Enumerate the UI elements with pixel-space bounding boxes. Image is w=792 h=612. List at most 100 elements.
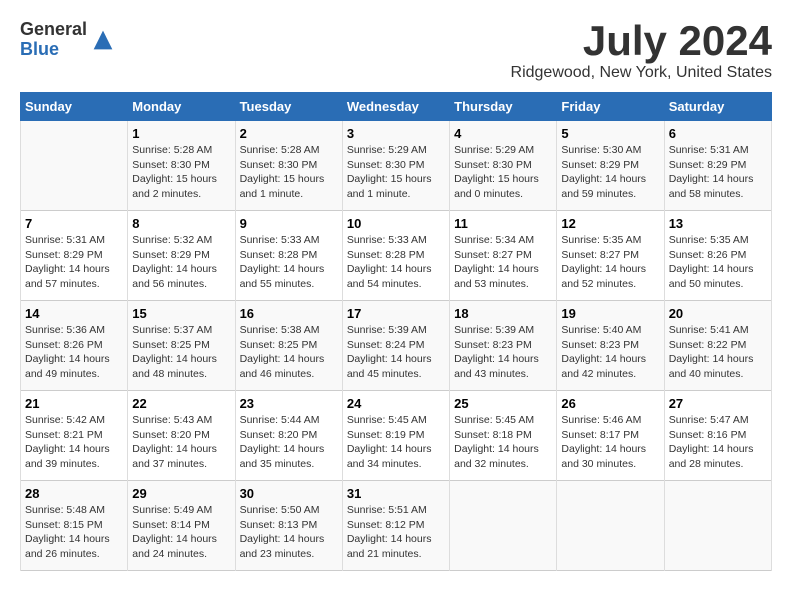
day-number: 19	[561, 306, 659, 321]
day-info: Sunrise: 5:48 AMSunset: 8:15 PMDaylight:…	[25, 503, 123, 562]
day-info: Sunrise: 5:28 AMSunset: 8:30 PMDaylight:…	[240, 143, 338, 202]
day-info: Sunrise: 5:32 AMSunset: 8:29 PMDaylight:…	[132, 233, 230, 292]
logo-general: General	[20, 20, 87, 40]
calendar-cell: 17Sunrise: 5:39 AMSunset: 8:24 PMDayligh…	[342, 301, 449, 391]
day-info: Sunrise: 5:36 AMSunset: 8:26 PMDaylight:…	[25, 323, 123, 382]
day-info: Sunrise: 5:35 AMSunset: 8:27 PMDaylight:…	[561, 233, 659, 292]
day-info: Sunrise: 5:30 AMSunset: 8:29 PMDaylight:…	[561, 143, 659, 202]
calendar-cell: 20Sunrise: 5:41 AMSunset: 8:22 PMDayligh…	[664, 301, 771, 391]
day-number: 29	[132, 486, 230, 501]
calendar-table: Sunday Monday Tuesday Wednesday Thursday…	[20, 92, 772, 571]
calendar-cell: 15 Sunrise: 5:37 AMSunset: 8:25 PMDayligh…	[128, 301, 235, 391]
day-info: Sunrise: 5:29 AMSunset: 8:30 PMDaylight:…	[347, 143, 445, 202]
day-info: Sunrise: 5:37 AMSunset: 8:25 PMDaylight:…	[132, 323, 230, 382]
calendar-cell: 19 Sunrise: 5:40 AMSunset: 8:23 PMDayligh…	[557, 301, 664, 391]
day-number: 2	[240, 126, 338, 141]
page-header: General Blue July 2024 Ridgewood, New Yo…	[20, 20, 772, 82]
day-number: 26	[561, 396, 659, 411]
day-info: Sunrise: 5:41 AMSunset: 8:22 PMDaylight:…	[669, 323, 767, 382]
day-number: 30	[240, 486, 338, 501]
col-monday: Monday	[128, 93, 235, 121]
calendar-cell	[21, 121, 128, 211]
col-thursday: Thursday	[450, 93, 557, 121]
calendar-cell: 13Sunrise: 5:35 AMSunset: 8:26 PMDayligh…	[664, 211, 771, 301]
day-number: 16	[240, 306, 338, 321]
calendar-cell: 8Sunrise: 5:32 AMSunset: 8:29 PMDaylight…	[128, 211, 235, 301]
col-saturday: Saturday	[664, 93, 771, 121]
calendar-week-row: 21 Sunrise: 5:42 AMSunset: 8:21 PMDayligh…	[21, 391, 772, 481]
calendar-cell: 23 Sunrise: 5:44 AMSunset: 8:20 PMDayligh…	[235, 391, 342, 481]
month-title: July 2024	[511, 20, 772, 62]
day-number: 12	[561, 216, 659, 231]
day-info: Sunrise: 5:33 AMSunset: 8:28 PMDaylight:…	[240, 233, 338, 292]
calendar-cell: 18Sunrise: 5:39 AMSunset: 8:23 PMDayligh…	[450, 301, 557, 391]
calendar-week-row: 7 Sunrise: 5:31 AMSunset: 8:29 PMDaylight…	[21, 211, 772, 301]
day-info: Sunrise: 5:49 AMSunset: 8:14 PMDaylight:…	[132, 503, 230, 562]
calendar-cell	[557, 481, 664, 571]
calendar-cell: 2 Sunrise: 5:28 AMSunset: 8:30 PMDaylight…	[235, 121, 342, 211]
logo: General Blue	[20, 20, 117, 60]
day-info: Sunrise: 5:29 AMSunset: 8:30 PMDaylight:…	[454, 143, 552, 202]
day-info: Sunrise: 5:46 AMSunset: 8:17 PMDaylight:…	[561, 413, 659, 472]
calendar-cell: 22 Sunrise: 5:43 AMSunset: 8:20 PMDayligh…	[128, 391, 235, 481]
day-number: 1	[132, 126, 230, 141]
calendar-cell	[664, 481, 771, 571]
day-number: 31	[347, 486, 445, 501]
day-number: 14	[25, 306, 123, 321]
day-info: Sunrise: 5:28 AMSunset: 8:30 PMDaylight:…	[132, 143, 230, 202]
calendar-cell: 5 Sunrise: 5:30 AMSunset: 8:29 PMDaylight…	[557, 121, 664, 211]
calendar-cell: 12 Sunrise: 5:35 AMSunset: 8:27 PMDayligh…	[557, 211, 664, 301]
day-info: Sunrise: 5:33 AMSunset: 8:28 PMDaylight:…	[347, 233, 445, 292]
day-number: 11	[454, 216, 552, 231]
day-info: Sunrise: 5:43 AMSunset: 8:20 PMDaylight:…	[132, 413, 230, 472]
day-number: 9	[240, 216, 338, 231]
day-number: 15	[132, 306, 230, 321]
day-info: Sunrise: 5:39 AMSunset: 8:23 PMDaylight:…	[454, 323, 552, 382]
day-info: Sunrise: 5:38 AMSunset: 8:25 PMDaylight:…	[240, 323, 338, 382]
day-number: 27	[669, 396, 767, 411]
calendar-week-row: 1 Sunrise: 5:28 AMSunset: 8:30 PMDaylight…	[21, 121, 772, 211]
calendar-cell: 7 Sunrise: 5:31 AMSunset: 8:29 PMDaylight…	[21, 211, 128, 301]
day-number: 5	[561, 126, 659, 141]
day-info: Sunrise: 5:45 AMSunset: 8:19 PMDaylight:…	[347, 413, 445, 472]
day-info: Sunrise: 5:44 AMSunset: 8:20 PMDaylight:…	[240, 413, 338, 472]
calendar-cell	[450, 481, 557, 571]
calendar-cell: 21 Sunrise: 5:42 AMSunset: 8:21 PMDayligh…	[21, 391, 128, 481]
calendar-week-row: 14 Sunrise: 5:36 AMSunset: 8:26 PMDayligh…	[21, 301, 772, 391]
col-friday: Friday	[557, 93, 664, 121]
title-section: July 2024 Ridgewood, New York, United St…	[511, 20, 772, 82]
day-number: 25	[454, 396, 552, 411]
calendar-cell: 6Sunrise: 5:31 AMSunset: 8:29 PMDaylight…	[664, 121, 771, 211]
day-number: 28	[25, 486, 123, 501]
day-info: Sunrise: 5:40 AMSunset: 8:23 PMDaylight:…	[561, 323, 659, 382]
col-wednesday: Wednesday	[342, 93, 449, 121]
header-row: Sunday Monday Tuesday Wednesday Thursday…	[21, 93, 772, 121]
calendar-cell: 29 Sunrise: 5:49 AMSunset: 8:14 PMDayligh…	[128, 481, 235, 571]
day-info: Sunrise: 5:45 AMSunset: 8:18 PMDaylight:…	[454, 413, 552, 472]
day-number: 22	[132, 396, 230, 411]
calendar-cell: 14 Sunrise: 5:36 AMSunset: 8:26 PMDayligh…	[21, 301, 128, 391]
day-info: Sunrise: 5:34 AMSunset: 8:27 PMDaylight:…	[454, 233, 552, 292]
calendar-cell: 11 Sunrise: 5:34 AMSunset: 8:27 PMDayligh…	[450, 211, 557, 301]
location: Ridgewood, New York, United States	[511, 64, 772, 82]
calendar-cell: 24Sunrise: 5:45 AMSunset: 8:19 PMDayligh…	[342, 391, 449, 481]
logo-blue: Blue	[20, 40, 87, 60]
calendar-cell: 10 Sunrise: 5:33 AMSunset: 8:28 PMDayligh…	[342, 211, 449, 301]
day-number: 6	[669, 126, 767, 141]
calendar-cell: 3 Sunrise: 5:29 AMSunset: 8:30 PMDaylight…	[342, 121, 449, 211]
day-number: 21	[25, 396, 123, 411]
col-sunday: Sunday	[21, 93, 128, 121]
calendar-cell: 27Sunrise: 5:47 AMSunset: 8:16 PMDayligh…	[664, 391, 771, 481]
calendar-cell: 4Sunrise: 5:29 AMSunset: 8:30 PMDaylight…	[450, 121, 557, 211]
day-number: 23	[240, 396, 338, 411]
day-info: Sunrise: 5:42 AMSunset: 8:21 PMDaylight:…	[25, 413, 123, 472]
day-info: Sunrise: 5:31 AMSunset: 8:29 PMDaylight:…	[25, 233, 123, 292]
calendar-cell: 16 Sunrise: 5:38 AMSunset: 8:25 PMDayligh…	[235, 301, 342, 391]
day-info: Sunrise: 5:39 AMSunset: 8:24 PMDaylight:…	[347, 323, 445, 382]
day-number: 3	[347, 126, 445, 141]
day-number: 10	[347, 216, 445, 231]
logo-icon	[89, 26, 117, 54]
calendar-week-row: 28 Sunrise: 5:48 AMSunset: 8:15 PMDayligh…	[21, 481, 772, 571]
calendar-cell: 28 Sunrise: 5:48 AMSunset: 8:15 PMDayligh…	[21, 481, 128, 571]
day-number: 7	[25, 216, 123, 231]
